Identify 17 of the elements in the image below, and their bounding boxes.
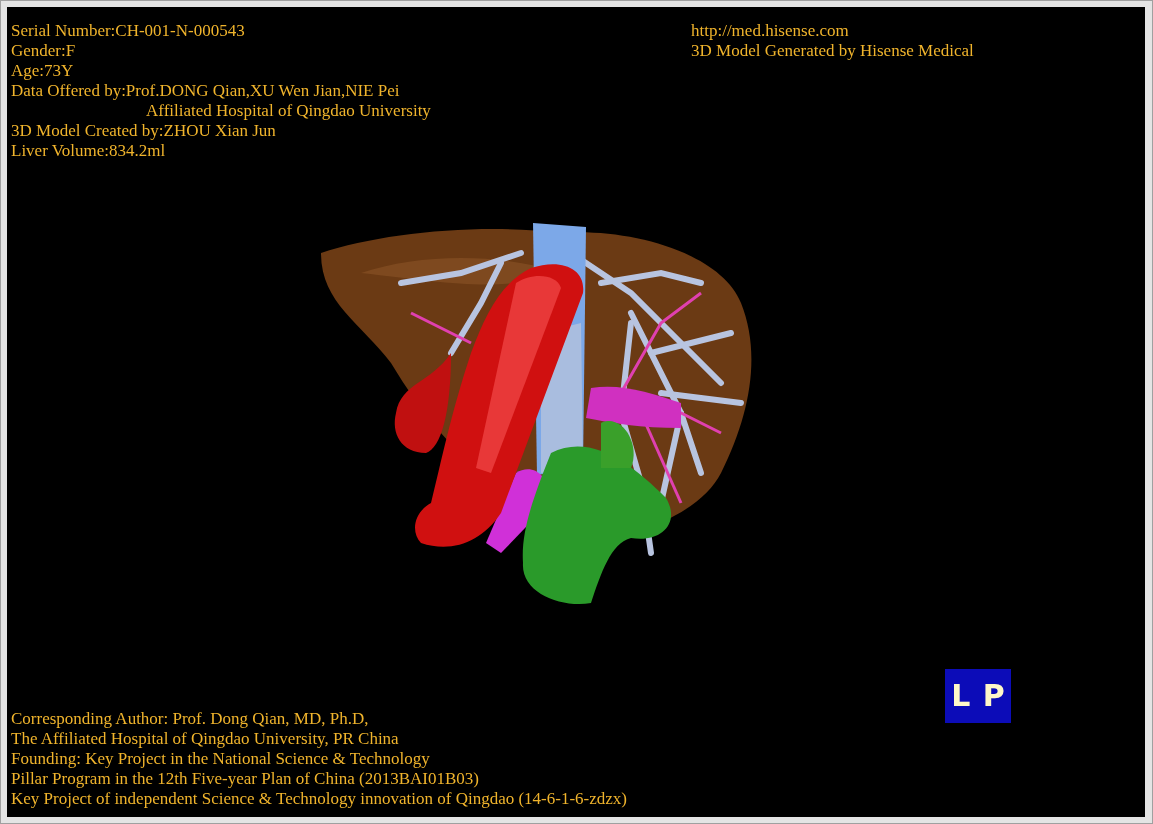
info-text: Liver Volume:834.2ml <box>11 141 166 161</box>
info-text: Key Project of independent Science & Technology innovation of Qingdao (14-6-1-6-zdzx) <box>11 789 627 809</box>
info-text: Corresponding Author: Prof. Dong Qian, MD, Ph.D, <box>11 709 369 729</box>
info-text: Founding: Key Project in the National Science & Technology <box>11 749 430 769</box>
info-text: 3D Model Created by:ZHOU Xian Jun <box>11 121 276 141</box>
info-text: Serial Number:CH-001-N-000543 <box>11 21 245 41</box>
orientation-label: P <box>982 686 1005 706</box>
info-text: Data Offered by:Prof.DONG Qian,XU Wen Jian,NIE Pei <box>11 81 400 101</box>
info-text: 3D Model Generated by Hisense Medical <box>691 41 974 61</box>
info-text: http://med.hisense.com <box>691 21 849 41</box>
info-text: Affiliated Hospital of Qingdao University <box>146 101 431 121</box>
info-text: Gender:F <box>11 41 76 61</box>
orientation-label: L <box>951 686 971 706</box>
orientation-cube[interactable]: L P <box>945 669 1011 723</box>
info-text: The Affiliated Hospital of Qingdao University, PR China <box>11 729 399 749</box>
info-text: Pillar Program in the 12th Five-year Plan of China (2013BAI01B03) <box>11 769 479 789</box>
info-text: Age:73Y <box>11 61 74 81</box>
